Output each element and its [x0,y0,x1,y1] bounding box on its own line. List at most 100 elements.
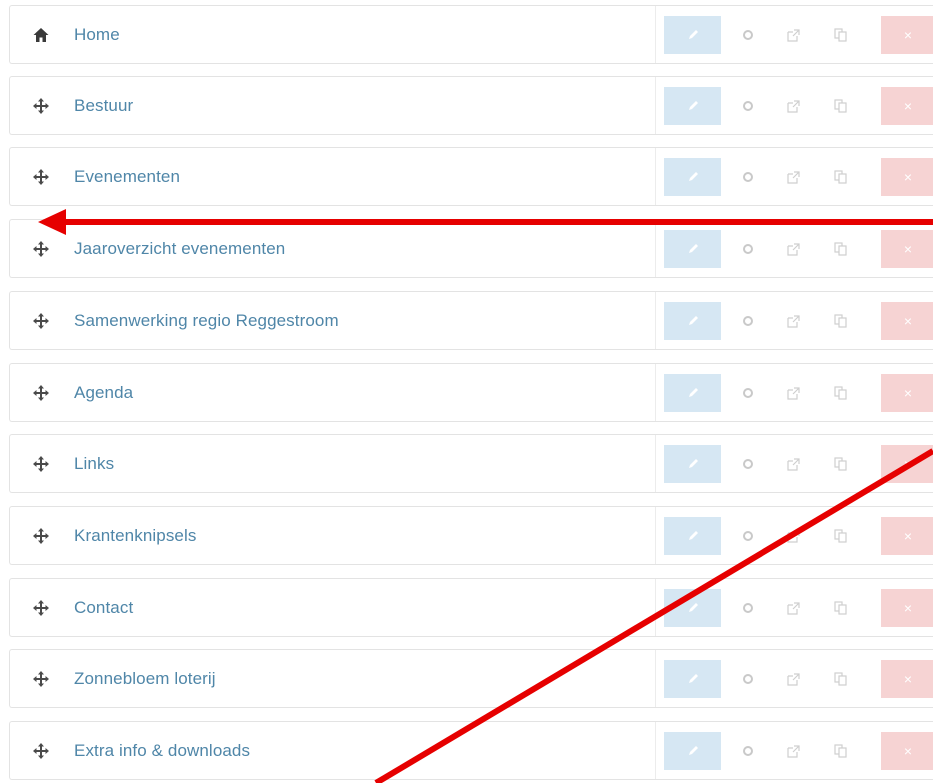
copy-button[interactable] [820,445,860,483]
open-link-button[interactable] [773,445,813,483]
menu-item-label[interactable]: Jaaroverzicht evenementen [74,239,285,259]
open-link-button[interactable] [773,660,813,698]
menu-item-label[interactable]: Evenementen [74,167,180,187]
delete-button[interactable]: × [881,660,933,698]
delete-button[interactable]: × [881,589,933,627]
menu-item-label[interactable]: Zonnebloem loterij [74,669,216,689]
copy-button[interactable] [820,302,860,340]
edit-button[interactable] [664,517,721,555]
move-handle-icon[interactable] [32,312,50,330]
delete-button[interactable]: × [881,445,933,483]
settings-button[interactable] [726,732,770,770]
menu-item-label[interactable]: Extra info & downloads [74,741,250,761]
delete-button[interactable]: × [881,230,933,268]
settings-button[interactable] [726,589,770,627]
menu-item-label[interactable]: Krantenknipsels [74,526,196,546]
settings-button[interactable] [726,302,770,340]
edit-button[interactable] [664,445,721,483]
close-icon: × [903,743,913,759]
copy-button[interactable] [820,230,860,268]
move-handle-icon[interactable] [32,742,50,760]
open-link-button[interactable] [773,230,813,268]
open-link-button[interactable] [773,87,813,125]
delete-button[interactable]: × [881,16,933,54]
menu-item-label[interactable]: Links [74,454,114,474]
open-link-button[interactable] [773,517,813,555]
menu-row-samenwerking[interactable]: Samenwerking regio Reggestroom × [9,291,933,350]
settings-button[interactable] [726,374,770,412]
settings-button[interactable] [726,16,770,54]
menu-row-zonnebloem[interactable]: Zonnebloem loterij × [9,649,933,708]
copy-button[interactable] [820,374,860,412]
edit-button[interactable] [664,230,721,268]
copy-button[interactable] [820,660,860,698]
menu-row-evenementen[interactable]: Evenementen × [9,147,933,206]
copy-icon [833,242,847,256]
external-link-icon [786,744,800,758]
edit-button[interactable] [664,158,721,196]
menu-row-krantenknipsels[interactable]: Krantenknipsels × [9,506,933,565]
copy-button[interactable] [820,87,860,125]
menu-item-label[interactable]: Home [74,25,120,45]
menu-item-label[interactable]: Samenwerking regio Reggestroom [74,311,339,331]
edit-button[interactable] [664,589,721,627]
delete-button[interactable]: × [881,517,933,555]
move-handle-icon[interactable] [32,168,50,186]
move-handle-icon[interactable] [32,599,50,617]
settings-button[interactable] [726,230,770,268]
delete-button[interactable]: × [881,87,933,125]
open-link-button[interactable] [773,16,813,54]
delete-button[interactable]: × [881,302,933,340]
move-handle-icon[interactable] [32,240,50,258]
delete-button[interactable]: × [881,732,933,770]
copy-button[interactable] [820,16,860,54]
settings-button[interactable] [726,660,770,698]
open-link-button[interactable] [773,732,813,770]
copy-icon [833,529,847,543]
edit-button[interactable] [664,302,721,340]
menu-item-label[interactable]: Contact [74,598,133,618]
open-link-button[interactable] [773,374,813,412]
copy-button[interactable] [820,589,860,627]
row-actions: × [655,148,933,205]
settings-button[interactable] [726,158,770,196]
edit-button[interactable] [664,374,721,412]
menu-row-extra-info[interactable]: Extra info & downloads × [9,721,933,780]
close-icon: × [903,600,913,616]
edit-button[interactable] [664,16,721,54]
edit-button[interactable] [664,87,721,125]
copy-button[interactable] [820,732,860,770]
external-link-icon [786,170,800,184]
menu-row-contact[interactable]: Contact × [9,578,933,637]
menu-item-label[interactable]: Bestuur [74,96,133,116]
edit-button[interactable] [664,732,721,770]
open-link-button[interactable] [773,589,813,627]
copy-button[interactable] [820,517,860,555]
edit-button[interactable] [664,660,721,698]
gear-icon [742,171,754,183]
menu-item-label[interactable]: Agenda [74,383,133,403]
menu-row-links[interactable]: Links × [9,434,933,493]
open-link-button[interactable] [773,158,813,196]
copy-button[interactable] [820,158,860,196]
move-handle-icon[interactable] [32,97,50,115]
settings-button[interactable] [726,87,770,125]
menu-row-jaaroverzicht[interactable]: Jaaroverzicht evenementen × [9,219,933,278]
menu-row-agenda[interactable]: Agenda × [9,363,933,422]
move-handle-icon[interactable] [32,527,50,545]
delete-button[interactable]: × [881,158,933,196]
move-handle-icon[interactable] [32,670,50,688]
row-actions: × [655,435,933,492]
settings-button[interactable] [726,445,770,483]
settings-button[interactable] [726,517,770,555]
menu-row-bestuur[interactable]: Bestuur × [9,76,933,135]
external-link-icon [786,672,800,686]
open-link-button[interactable] [773,302,813,340]
move-handle-icon[interactable] [32,455,50,473]
close-icon: × [903,241,913,257]
row-actions: × [655,220,933,277]
delete-button[interactable]: × [881,374,933,412]
copy-icon [833,386,847,400]
close-icon: × [903,27,913,43]
move-handle-icon[interactable] [32,384,50,402]
